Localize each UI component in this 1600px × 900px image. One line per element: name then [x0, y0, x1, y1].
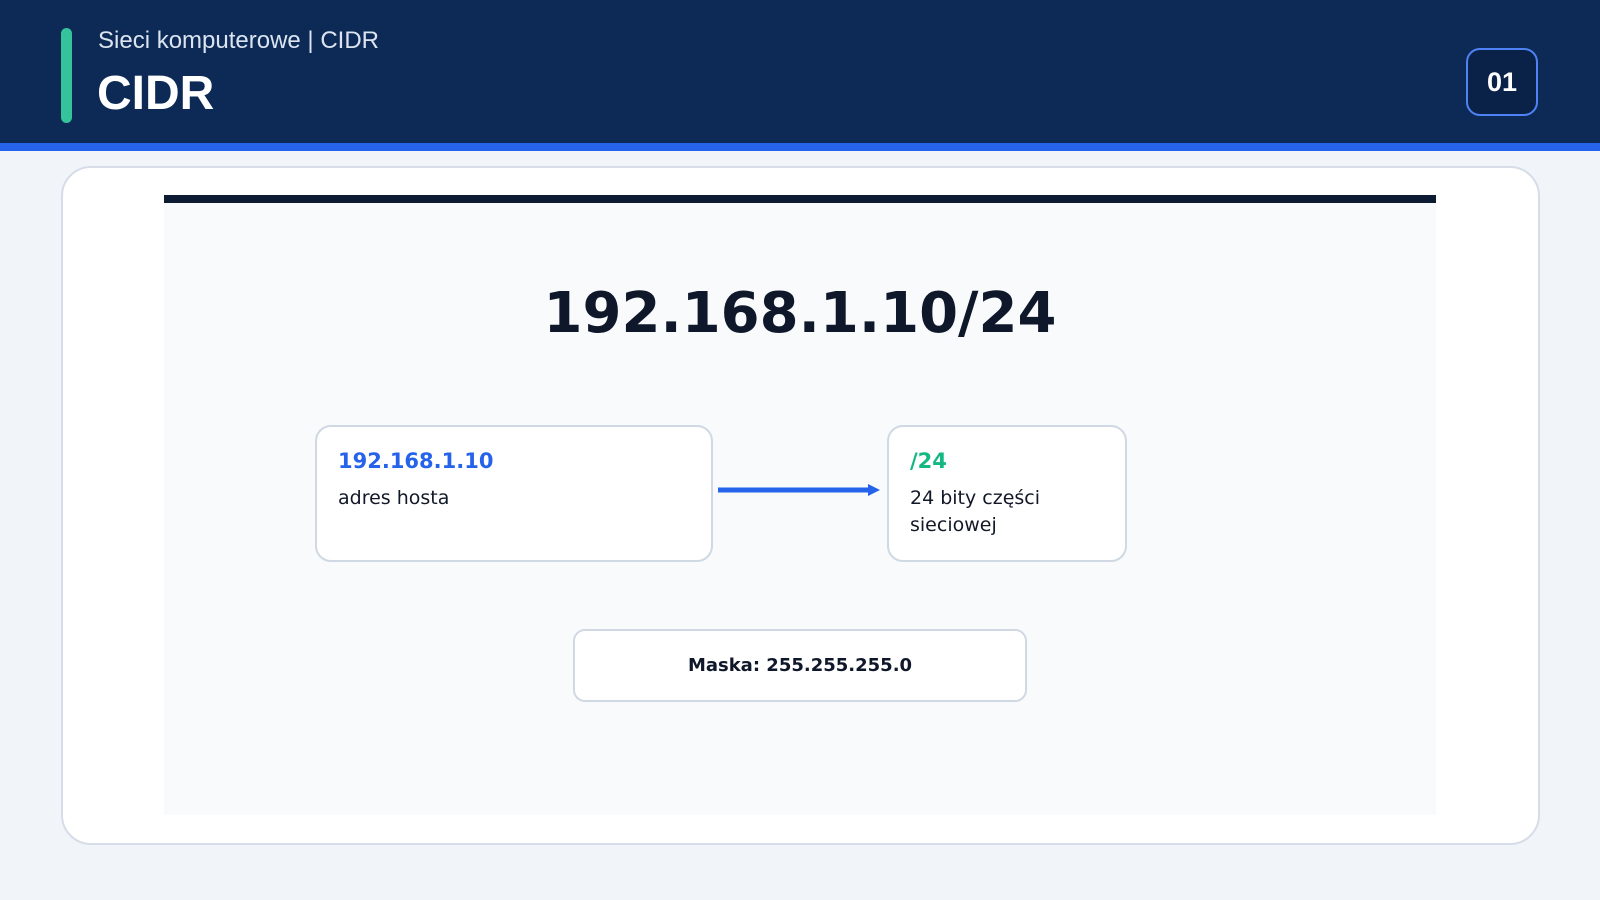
cidr-diagram: 192.168.1.10/24 192.168.1.10 adres hosta…: [164, 195, 1436, 815]
page-number-badge: 01: [1466, 48, 1538, 116]
diagram-top-bar: [164, 195, 1436, 203]
arrow-connector: [718, 484, 880, 496]
prefix-box: /24 24 bity części sieciowej: [887, 425, 1127, 562]
host-address-description: adres hosta: [338, 487, 450, 509]
page-title: CIDR: [97, 67, 215, 120]
header-accent-bar: [61, 28, 72, 123]
subnet-mask-box: Maska: 255.255.255.0: [573, 629, 1027, 702]
host-address-value: 192.168.1.10: [338, 449, 494, 473]
host-address-box: 192.168.1.10 adres hosta: [315, 425, 713, 562]
prefix-value: /24: [910, 449, 947, 473]
header-subtitle: Sieci komputerowe | CIDR: [98, 27, 379, 54]
prefix-description: 24 bity części sieciowej: [910, 487, 1041, 536]
header-underline: [0, 143, 1600, 151]
header-bar: [0, 0, 1600, 143]
cidr-notation-heading: 192.168.1.10/24: [543, 281, 1057, 346]
